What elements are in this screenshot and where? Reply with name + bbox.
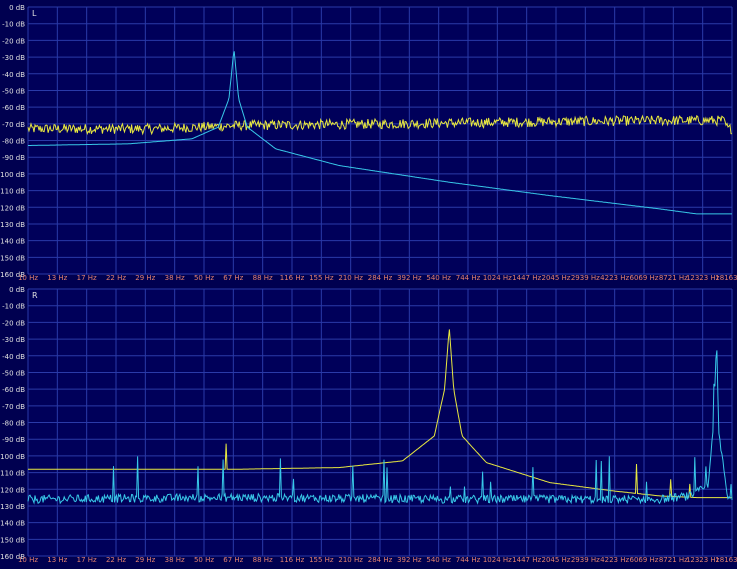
- x-tick-label: 392 Hz: [397, 274, 422, 282]
- y-tick-label: -140 dB: [0, 238, 25, 246]
- x-tick-label: 2045 Hz: [542, 556, 571, 564]
- x-tick-label: 210 Hz: [338, 274, 363, 282]
- y-tick-label: -90 dB: [2, 436, 25, 444]
- x-tick-label: 67 Hz: [223, 274, 243, 282]
- y-tick-label: -30 dB: [2, 54, 25, 62]
- y-tick-label: -30 dB: [2, 336, 25, 344]
- channel-label: L: [32, 9, 37, 18]
- x-tick-label: 88 Hz: [253, 556, 273, 564]
- x-tick-label: 4223 Hz: [600, 274, 629, 282]
- y-tick-label: -10 dB: [2, 303, 25, 311]
- x-tick-label: 1447 Hz: [512, 274, 541, 282]
- x-tick-label: 1024 Hz: [483, 274, 512, 282]
- x-tick-label: 10 Hz: [18, 274, 38, 282]
- y-tick-label: -150 dB: [0, 536, 25, 544]
- y-tick-label: -20 dB: [2, 37, 25, 45]
- x-tick-label: 1024 Hz: [483, 556, 512, 564]
- y-tick-label: -40 dB: [2, 71, 25, 79]
- x-tick-label: 155 Hz: [309, 556, 334, 564]
- x-tick-label: 13 Hz: [47, 556, 67, 564]
- x-tick-label: 2939 Hz: [571, 274, 600, 282]
- x-tick-label: 18163 Hz: [715, 274, 737, 282]
- x-tick-label: 8721 Hz: [659, 274, 688, 282]
- y-tick-label: -80 dB: [2, 420, 25, 428]
- y-tick-label: -40 dB: [2, 353, 25, 361]
- x-tick-label: 29 Hz: [135, 556, 155, 564]
- y-tick-label: 0 dB: [9, 286, 25, 294]
- y-tick-label: 0 dB: [9, 4, 25, 12]
- x-tick-label: 392 Hz: [397, 556, 422, 564]
- x-tick-label: 8721 Hz: [659, 556, 688, 564]
- x-tick-label: 22 Hz: [106, 274, 126, 282]
- y-tick-label: -110 dB: [0, 188, 25, 196]
- y-tick-label: -100 dB: [0, 171, 25, 179]
- channel-label: R: [32, 291, 38, 300]
- x-tick-label: 4223 Hz: [600, 556, 629, 564]
- y-tick-label: -60 dB: [2, 386, 25, 394]
- x-tick-label: 2939 Hz: [571, 556, 600, 564]
- x-tick-label: 67 Hz: [223, 556, 243, 564]
- y-tick-label: -50 dB: [2, 369, 25, 377]
- y-tick-label: -120 dB: [0, 204, 25, 212]
- x-tick-label: 284 Hz: [368, 556, 393, 564]
- x-tick-label: 38 Hz: [165, 274, 185, 282]
- y-tick-label: -80 dB: [2, 138, 25, 146]
- y-tick-label: -90 dB: [2, 154, 25, 162]
- x-tick-label: 210 Hz: [338, 556, 363, 564]
- x-tick-label: 17 Hz: [77, 274, 97, 282]
- y-tick-label: -100 dB: [0, 453, 25, 461]
- x-tick-label: 50 Hz: [194, 556, 214, 564]
- x-tick-label: 17 Hz: [77, 556, 97, 564]
- x-tick-label: 155 Hz: [309, 274, 334, 282]
- y-tick-label: -70 dB: [2, 121, 25, 129]
- spectrum-analyzer: 0 dB -10 dB -20 dB -30 dB -40 dB -50 dB -60 dB…: [0, 0, 737, 569]
- y-tick-label: -110 dB: [0, 470, 25, 478]
- x-tick-label: 540 Hz: [426, 274, 451, 282]
- x-tick-label: 29 Hz: [135, 274, 155, 282]
- y-tick-label: -70 dB: [2, 403, 25, 411]
- x-tick-label: 18163 Hz: [715, 556, 737, 564]
- x-tick-label: 6069 Hz: [630, 556, 659, 564]
- x-tick-label: 116 Hz: [280, 274, 305, 282]
- x-tick-label: 50 Hz: [194, 274, 214, 282]
- spectrum-chart: 0 dB -10 dB -20 dB -30 dB -40 dB -50 dB -60 dB…: [0, 4, 737, 564]
- y-tick-label: -120 dB: [0, 486, 25, 494]
- x-tick-label: 116 Hz: [280, 556, 305, 564]
- y-tick-label: -50 dB: [2, 87, 25, 95]
- x-tick-label: 6069 Hz: [630, 274, 659, 282]
- x-tick-label: 744 Hz: [456, 556, 481, 564]
- x-tick-label: 284 Hz: [368, 274, 393, 282]
- x-tick-label: 540 Hz: [426, 556, 451, 564]
- x-tick-label: 744 Hz: [456, 274, 481, 282]
- y-tick-label: -130 dB: [0, 221, 25, 229]
- y-tick-label: -10 dB: [2, 21, 25, 29]
- x-tick-label: 13 Hz: [47, 274, 67, 282]
- y-tick-label: -150 dB: [0, 254, 25, 262]
- x-tick-label: 38 Hz: [165, 556, 185, 564]
- y-tick-label: -140 dB: [0, 520, 25, 528]
- y-tick-label: -20 dB: [2, 319, 25, 327]
- y-tick-label: -130 dB: [0, 503, 25, 511]
- y-tick-label: -60 dB: [2, 104, 25, 112]
- x-tick-label: 22 Hz: [106, 556, 126, 564]
- x-tick-label: 1447 Hz: [512, 556, 541, 564]
- x-tick-label: 88 Hz: [253, 274, 273, 282]
- x-tick-label: 10 Hz: [18, 556, 38, 564]
- x-tick-label: 2045 Hz: [542, 274, 571, 282]
